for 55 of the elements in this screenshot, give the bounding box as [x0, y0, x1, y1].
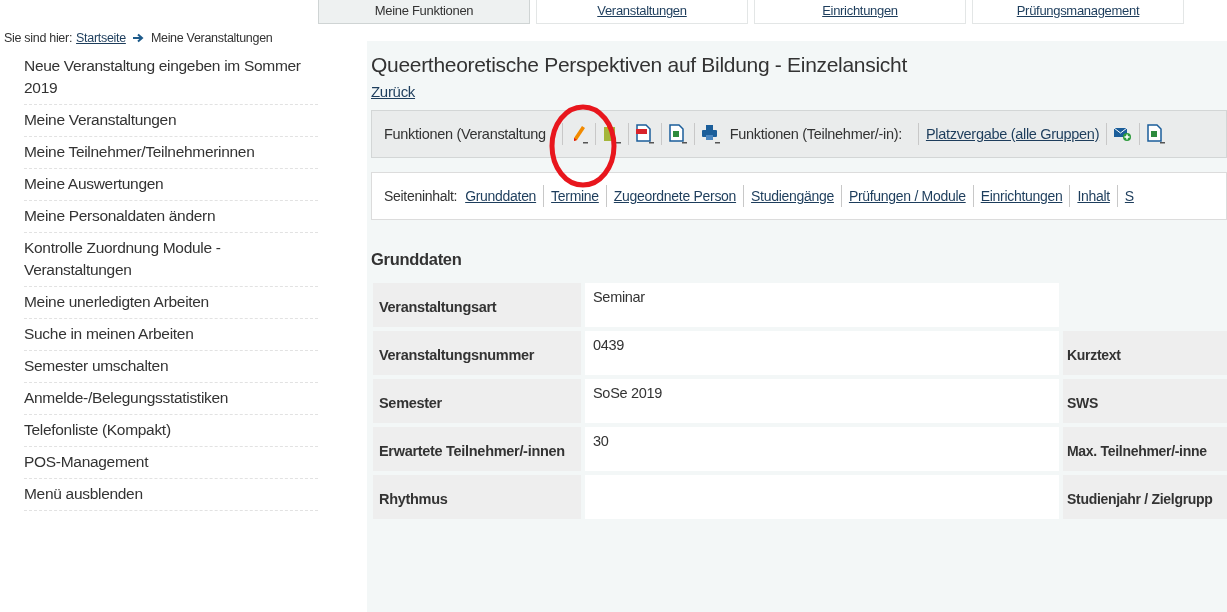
sidebar-item[interactable]: Suche in meinen Arbeiten — [24, 323, 318, 345]
field-label: Studienjahr / Zielgrupp — [1063, 475, 1227, 519]
mail-plus-icon[interactable] — [1114, 126, 1133, 142]
section-link[interactable]: S — [1124, 188, 1134, 204]
sidebar-item[interactable]: Kontrolle Zuordnung Module - Veranstaltungen — [24, 237, 318, 281]
section-link[interactable]: Einrichtungen — [980, 188, 1063, 204]
sidebar-item[interactable]: Meine Teilnehmer/Teilnehmerinnen — [24, 141, 318, 163]
section-link[interactable]: Grunddaten — [465, 188, 537, 204]
field-label: Rhythmus — [373, 475, 581, 519]
field-label: Max. Teilnehmer/-inne — [1063, 427, 1227, 471]
section-link[interactable]: Studiengänge — [751, 188, 834, 204]
section-heading: Grunddaten — [371, 250, 463, 269]
contents-label: Seiteninhalt: — [384, 188, 458, 204]
pdf-file-icon[interactable] — [635, 124, 654, 144]
field-label: SWS — [1063, 379, 1227, 423]
field-label: Veranstaltungsnummer — [373, 331, 581, 375]
section-link[interactable]: Prüfungen / Module — [848, 188, 966, 204]
page-title: Queertheoretische Perspektiven auf Bildung - Einzelansicht — [371, 53, 908, 77]
breadcrumb-link[interactable]: Startseite — [76, 31, 126, 45]
section-link[interactable]: Inhalt — [1077, 188, 1110, 204]
section-link[interactable]: Termine — [551, 188, 599, 204]
back-link[interactable]: Zurück — [371, 83, 416, 100]
sidebar-item[interactable]: Anmelde-/Belegungsstatistiken — [24, 387, 318, 409]
spreadsheet-file-icon[interactable] — [668, 124, 687, 144]
field-value: 0439 — [585, 331, 1059, 375]
nav-tab[interactable]: Veranstaltungen — [536, 0, 748, 24]
field-value: 30 — [585, 427, 1059, 471]
field-value: Seminar — [585, 283, 1059, 327]
nav-tab[interactable]: Meine Funktionen — [318, 0, 530, 24]
field-label: Semester — [373, 379, 581, 423]
sidebar-item[interactable]: Telefonliste (Kompakt) — [24, 419, 318, 441]
breadcrumb-current: Meine Veranstaltungen — [150, 31, 273, 45]
sidebar-item[interactable]: Meine unerledigten Arbeiten — [24, 291, 318, 313]
sidebar-item[interactable]: Menü ausblenden — [24, 483, 318, 505]
nav-tab[interactable]: Einrichtungen — [754, 0, 966, 24]
clipboard-icon[interactable] — [602, 124, 621, 144]
sidebar-item[interactable]: POS-Management — [24, 451, 318, 473]
sidebar-item[interactable]: Meine Personaldaten ändern — [24, 205, 318, 227]
field-label: Kurztext — [1063, 331, 1227, 375]
toolbar-label: Funktionen (Veranstaltung — [384, 126, 546, 142]
sidebar-item[interactable]: Meine Veranstaltungen — [24, 109, 318, 131]
sidebar-item[interactable]: Semester umschalten — [24, 355, 318, 377]
field-value: SoSe 2019 — [585, 379, 1059, 423]
field-label: Erwartete Teilnehmer/-innen — [373, 427, 581, 471]
section-link[interactable]: Zugeordnete Person — [613, 188, 737, 204]
sidebar-item[interactable]: Meine Auswertungen — [24, 173, 318, 195]
printer-icon[interactable] — [701, 124, 720, 144]
arrow-right-icon — [132, 33, 144, 43]
breadcrumb-label: Sie sind hier: — [4, 31, 73, 45]
field-label: Veranstaltungsart — [373, 283, 581, 327]
nav-tab[interactable]: Prüfungsmanagement — [972, 0, 1184, 24]
toolbar-label: Funktionen (Teilnehmer/-in): — [729, 126, 902, 142]
spreadsheet-file-icon[interactable] — [1147, 124, 1166, 144]
sidebar-item[interactable]: Neue Veranstaltung eingeben im Sommer 2019 — [24, 55, 318, 99]
allocation-link[interactable]: Platzvergabe (alle Gruppen) — [925, 126, 1100, 142]
